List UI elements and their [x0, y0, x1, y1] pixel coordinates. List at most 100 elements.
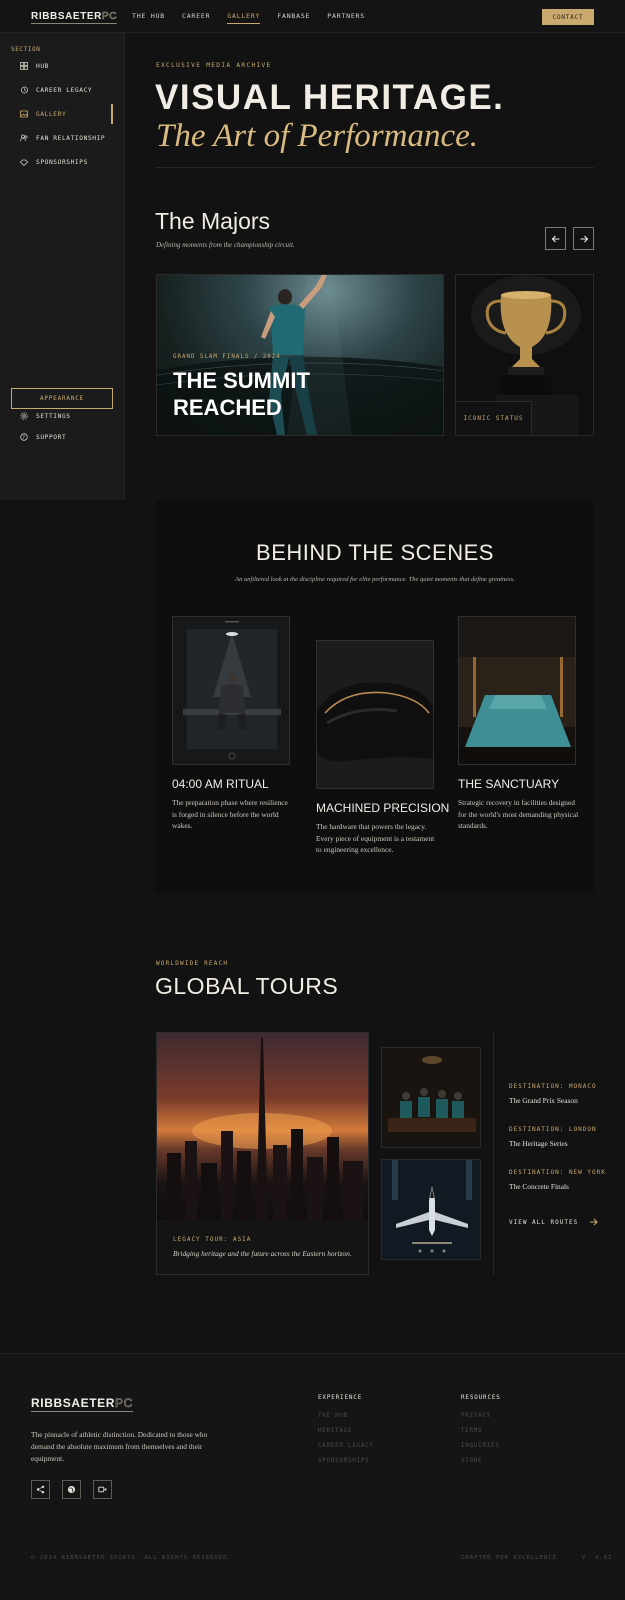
brand-name: RIBBSAETER	[31, 11, 103, 22]
destination-key: DESTINATION: MONACO	[509, 1083, 597, 1090]
sidebar-item-label: CAREER LEGACY	[36, 86, 93, 94]
footer-link[interactable]: PRIVACY	[461, 1413, 491, 1419]
nav-link-career[interactable]: CAREER	[182, 12, 210, 24]
brand-logo[interactable]: RIBBSAETERPC	[31, 11, 118, 24]
share-button[interactable]	[31, 1480, 50, 1499]
destination-key: DESTINATION: LONDON	[509, 1126, 597, 1133]
view-all-routes-link[interactable]: VIEW ALL ROUTES	[509, 1217, 599, 1227]
sidebar: SECTION HUB CAREER LEGACY GALLERY FAN RE…	[0, 33, 125, 500]
destination-key: DESTINATION: NEW YORK	[509, 1169, 606, 1176]
carousel-next-button[interactable]	[573, 227, 594, 250]
sidebar-active-indicator	[111, 104, 113, 124]
share-icon	[36, 1485, 45, 1494]
destination-value: The Heritage Series	[509, 1139, 568, 1148]
sidebar-support[interactable]: ? SUPPORT	[20, 433, 66, 441]
footer-meta: CRAFTED FOR EXCELLENCE V. 4.02	[461, 1555, 612, 1561]
divider	[493, 1032, 494, 1275]
behind-title: BEHIND THE SCENES	[256, 540, 494, 565]
version-text: V. 4.02	[581, 1555, 613, 1561]
people-icon	[20, 134, 28, 142]
sidebar-item-sponsorships[interactable]: SPONSORSHIPS	[20, 155, 88, 169]
jet-photo-card[interactable]	[381, 1159, 481, 1260]
asia-tour-tag: LEGACY TOUR: ASIA	[173, 1236, 252, 1243]
sidebar-item-label: FAN RELATIONSHIP	[36, 134, 106, 142]
destination-monaco[interactable]: DESTINATION: MONACO The Grand Prix Seaso…	[509, 1083, 597, 1105]
footer-resources-heading: RESOURCES	[461, 1394, 501, 1401]
hero-subtitle: The Art of Performance.	[156, 118, 479, 154]
ritual-image[interactable]	[172, 616, 290, 765]
equipment-image	[317, 682, 433, 762]
nav-link-fanbase[interactable]: FANBASE	[277, 12, 310, 24]
sidebar-item-fan-relationship[interactable]: FAN RELATIONSHIP	[20, 131, 105, 145]
footer-link[interactable]: CAREER LEGACY	[318, 1443, 374, 1449]
precision-title: MACHINED PRECISION	[316, 801, 450, 815]
footer-description: The pinnacle of athletic distinction. De…	[31, 1430, 208, 1463]
destination-value: The Grand Prix Season	[509, 1096, 578, 1105]
feature-title-line: REACHED	[173, 395, 282, 420]
brand-name-outline: PC	[102, 11, 118, 23]
help-icon: ?	[20, 433, 28, 441]
behind-subtitle: An unfiltered look at the discipline req…	[235, 576, 515, 583]
nav-link-partners[interactable]: PARTNERS	[327, 12, 365, 24]
grid-icon	[20, 62, 28, 70]
sidebar-item-gallery[interactable]: GALLERY	[20, 107, 66, 121]
tours-title: GLOBAL TOURS	[155, 973, 339, 999]
top-navigation: RIBBSAETERPC THE HUB CAREER GALLERY FANB…	[0, 0, 625, 33]
precision-image[interactable]	[316, 640, 434, 789]
asia-tour-card[interactable]: LEGACY TOUR: ASIA Bridging heritage and …	[156, 1032, 369, 1275]
video-icon	[98, 1486, 107, 1493]
sidebar-item-label: SPONSORSHIPS	[36, 158, 88, 166]
tours-eyebrow: WORLDWIDE REACH	[156, 960, 229, 967]
footer-link[interactable]: SPONSORSHIPS	[318, 1458, 369, 1464]
globe-icon	[67, 1485, 76, 1494]
footer-experience-heading: EXPERIENCE	[318, 1394, 363, 1401]
private-jet-image	[382, 1160, 480, 1259]
destination-value: The Concrete Finals	[509, 1182, 569, 1191]
footer-link[interactable]: HERITAGE	[318, 1428, 352, 1434]
ritual-text: The preparation phase where resilience i…	[172, 798, 288, 830]
footer-link[interactable]: TERMS	[461, 1428, 482, 1434]
gear-icon	[20, 412, 28, 420]
featured-major-card[interactable]: GRAND SLAM FINALS / 2024 THE SUMMIT REAC…	[156, 274, 444, 436]
history-icon	[21, 86, 28, 94]
brand-name: RIBBSAETER	[31, 1396, 116, 1410]
arrow-left-icon	[551, 235, 559, 242]
appearance-button[interactable]: APPEARANCE	[11, 388, 113, 409]
video-button[interactable]	[93, 1480, 112, 1499]
nav-link-gallery[interactable]: GALLERY	[227, 12, 261, 24]
iconic-status-label: ICONIC STATUS	[456, 401, 532, 435]
asia-tour-caption: Bridging heritage and the future across …	[173, 1249, 352, 1258]
city-skyline-image	[157, 1033, 368, 1220]
view-all-label: VIEW ALL ROUTES	[509, 1218, 579, 1226]
ritual-title: 04:00 AM RITUAL	[172, 777, 269, 791]
brand-name-outline: PC	[115, 1396, 133, 1411]
footer-logo[interactable]: RIBBSAETERPC	[31, 1396, 133, 1412]
locker-room-image	[183, 621, 281, 760]
footer-link[interactable]: INQUIRIES	[461, 1443, 500, 1449]
behind-the-scenes-section: BEHIND THE SCENES An unfiltered look at …	[156, 500, 594, 893]
footer-link[interactable]: THE HUB	[318, 1413, 348, 1419]
arrow-right-icon	[590, 1218, 598, 1226]
copyright-text: © 2024 RIBBSAETER SPORTS. ALL RIGHTS RES…	[31, 1555, 232, 1561]
svg-text:?: ?	[22, 435, 25, 441]
contact-button[interactable]: CONTACT	[542, 9, 594, 25]
trophy-card[interactable]: ICONIC STATUS	[455, 274, 594, 436]
sidebar-item-hub[interactable]: HUB	[20, 59, 49, 73]
website-button[interactable]	[62, 1480, 81, 1499]
crafted-text: CRAFTED FOR EXCELLENCE	[461, 1555, 558, 1561]
hero-eyebrow: EXCLUSIVE MEDIA ARCHIVE	[156, 62, 272, 69]
footer-link[interactable]: STORE	[461, 1458, 482, 1464]
carousel-prev-button[interactable]	[545, 227, 566, 250]
sanctuary-image[interactable]	[458, 616, 576, 765]
destination-new-york[interactable]: DESTINATION: NEW YORK The Concrete Final…	[509, 1169, 606, 1191]
destination-london[interactable]: DESTINATION: LONDON The Heritage Series	[509, 1126, 597, 1148]
nav-link-hub[interactable]: THE HUB	[132, 12, 165, 24]
arrow-right-icon	[580, 235, 588, 242]
nav-links: THE HUB CAREER GALLERY FANBASE PARTNERS	[132, 12, 365, 24]
majors-subtitle: Defining moments from the championship c…	[156, 241, 295, 249]
settings-label: SETTINGS	[36, 412, 71, 420]
sidebar-item-label: GALLERY	[36, 110, 67, 118]
sidebar-item-career-legacy[interactable]: CAREER LEGACY	[20, 83, 92, 97]
team-photo-card[interactable]	[381, 1047, 481, 1148]
sidebar-settings[interactable]: SETTINGS	[20, 412, 71, 420]
